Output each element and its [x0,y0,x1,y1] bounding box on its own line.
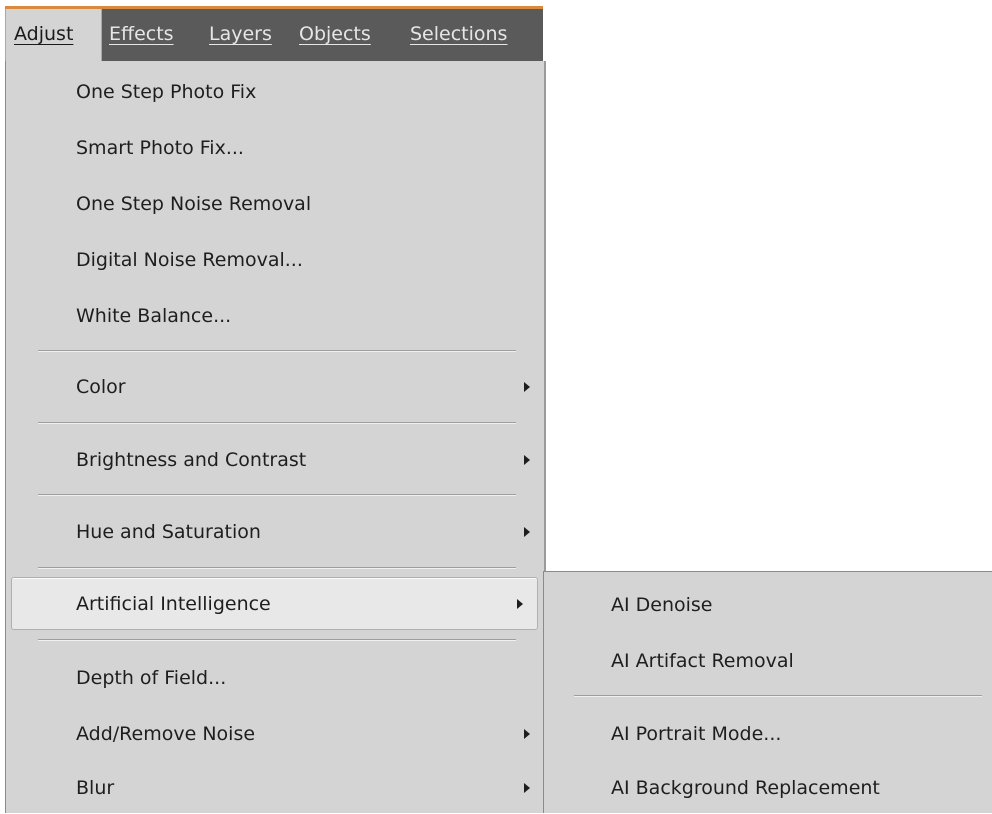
menu-item-blur[interactable]: Blur [6,762,544,813]
menu-selections-label: Selections [410,23,508,45]
menu-separator [38,567,516,569]
menu-separator [38,639,516,641]
menu-layers-label: Layers [209,23,272,45]
menu-item-label: Artificial Intelligence [76,592,271,615]
menu-item-label: One Step Noise Removal [76,193,312,215]
submenu-item-ai-portrait-mode[interactable]: AI Portrait Mode... [544,706,992,762]
menu-separator [574,695,982,697]
submenu-item-ai-artifact-removal[interactable]: AI Artifact Removal [544,633,992,689]
submenu-item-label: AI Portrait Mode... [611,723,782,745]
menu-adjust-label: Adjust [14,23,74,45]
menu-item-brightness-contrast[interactable]: Brightness and Contrast [6,431,544,489]
menu-item-label: Color [76,376,126,398]
submenu-arrow-icon [524,382,530,392]
menu-separator [38,494,516,496]
menu-item-label: Smart Photo Fix... [76,137,244,159]
menu-item-one-step-noise-removal[interactable]: One Step Noise Removal [6,176,544,232]
menu-item-label: Depth of Field... [76,667,227,689]
submenu-arrow-icon [524,527,530,537]
submenu-arrow-icon [524,455,530,465]
menu-item-label: Digital Noise Removal... [76,249,303,271]
submenu-arrow-icon [517,598,523,609]
menu-layers[interactable]: Layers [209,9,279,61]
submenu-item-ai-background-replacement[interactable]: AI Background Replacement [544,762,992,814]
menu-item-smart-photo-fix[interactable]: Smart Photo Fix... [6,120,544,176]
submenu-item-label: AI Denoise [611,594,713,616]
menu-item-label: One Step Photo Fix [76,81,257,103]
menu-objects-label: Objects [299,23,371,45]
submenu-item-ai-denoise[interactable]: AI Denoise [544,577,992,633]
menubar: Adjust Effects Layers Objects Selections [5,6,543,61]
menu-item-add-remove-noise[interactable]: Add/Remove Noise [6,706,544,762]
submenu-item-label: AI Artifact Removal [611,650,794,672]
menu-selections[interactable]: Selections [410,9,535,61]
adjust-dropdown-menu: One Step Photo Fix Smart Photo Fix... On… [5,61,546,813]
menu-item-digital-noise-removal[interactable]: Digital Noise Removal... [6,232,544,288]
submenu-arrow-icon [524,782,530,793]
menu-item-label: White Balance... [76,305,232,327]
menu-item-artificial-intelligence[interactable]: Artificial Intelligence [11,577,538,630]
menu-item-label: Brightness and Contrast [76,449,307,471]
menu-item-one-step-photo-fix[interactable]: One Step Photo Fix [6,64,544,120]
menu-separator [38,350,516,352]
menu-separator [38,422,516,424]
menu-item-color[interactable]: Color [6,358,544,416]
submenu-arrow-icon [524,729,530,739]
menu-item-hue-saturation[interactable]: Hue and Saturation [6,503,544,561]
ai-submenu: AI Denoise AI Artifact Removal AI Portra… [543,571,992,813]
menu-item-label: Add/Remove Noise [76,723,256,745]
menu-item-white-balance[interactable]: White Balance... [6,288,544,344]
menu-item-label: Hue and Saturation [76,521,261,543]
menu-adjust[interactable]: Adjust [5,9,102,61]
menu-effects-label: Effects [109,23,174,45]
submenu-item-label: AI Background Replacement [611,777,880,799]
menu-effects[interactable]: Effects [109,9,189,61]
menu-item-label: Blur [76,776,115,799]
menu-item-depth-of-field[interactable]: Depth of Field... [6,649,544,707]
menu-objects[interactable]: Objects [299,9,389,61]
